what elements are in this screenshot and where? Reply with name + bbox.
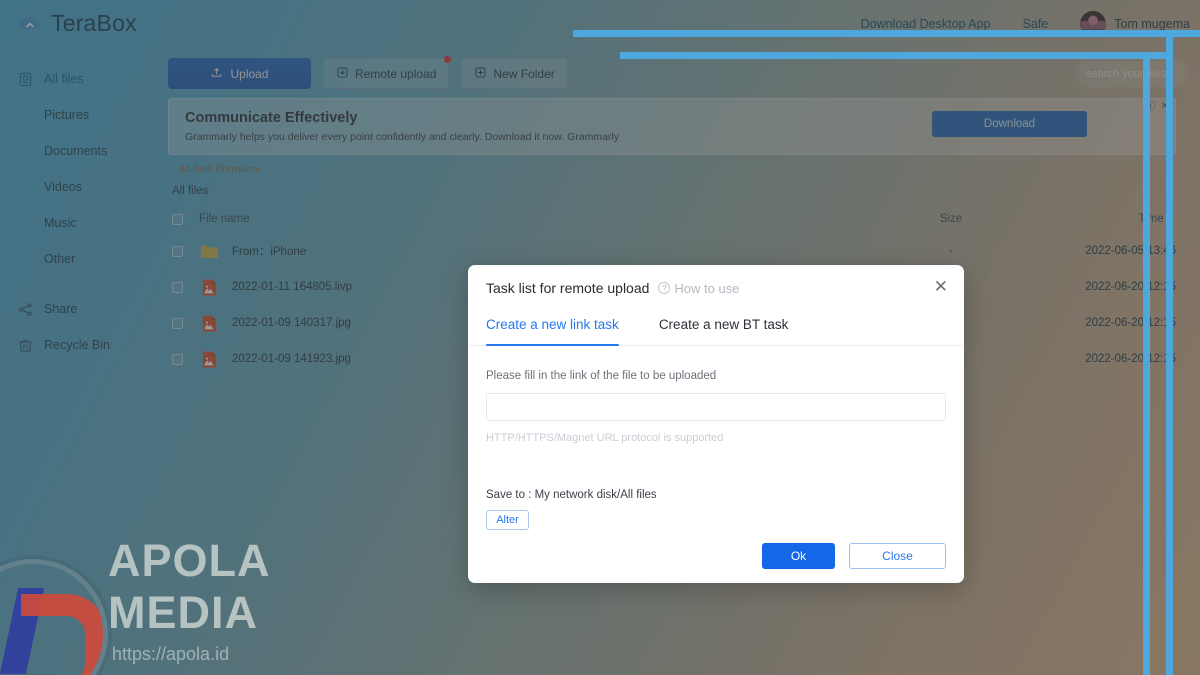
save-to-path: Save to : My network disk/All files	[486, 489, 657, 501]
annotation-line-horizontal-second	[620, 52, 1173, 59]
annotation-line-vertical-right	[1166, 30, 1173, 675]
link-field-label: Please fill in the link of the file to b…	[486, 370, 717, 382]
annotation-line-vertical-inner	[1143, 52, 1150, 675]
question-icon: ?	[658, 282, 671, 294]
dialog-header: Task list for remote upload ? How to use…	[468, 265, 964, 311]
link-input[interactable]	[486, 393, 946, 421]
app-root: TeraBox Download Desktop App Safe Tom mu…	[0, 0, 1200, 675]
tab-label: Create a new link task	[486, 317, 619, 332]
ok-button[interactable]: Ok	[762, 543, 835, 569]
dialog-tabs: Create a new link task Create a new BT t…	[468, 311, 964, 346]
close-button[interactable]: Close	[849, 543, 946, 569]
alter-button[interactable]: Alter	[486, 510, 529, 530]
tab-label: Create a new BT task	[658, 317, 789, 332]
annotation-line-horizontal-top	[573, 30, 1200, 37]
dialog-footer: Ok Close	[762, 543, 946, 569]
tab-create-new-link-task[interactable]: Create a new link task	[486, 311, 619, 346]
protocol-hint: HTTP/HTTPS/Magnet URL protocol is suppor…	[486, 432, 724, 444]
ok-button-label: Ok	[790, 549, 807, 563]
tab-create-new-bt-task[interactable]: Create a new BT task	[659, 311, 789, 345]
remote-upload-dialog: Task list for remote upload ? How to use…	[468, 265, 964, 583]
how-to-use-label: How to use	[674, 280, 740, 296]
close-icon[interactable]: ✕	[934, 278, 948, 295]
dialog-body: Please fill in the link of the file to b…	[468, 346, 964, 530]
close-button-label: Close	[882, 549, 913, 563]
how-to-use-link[interactable]: ? How to use	[658, 281, 739, 296]
alter-button-label: Alter	[496, 514, 519, 526]
dialog-title: Task list for remote upload	[486, 280, 650, 296]
